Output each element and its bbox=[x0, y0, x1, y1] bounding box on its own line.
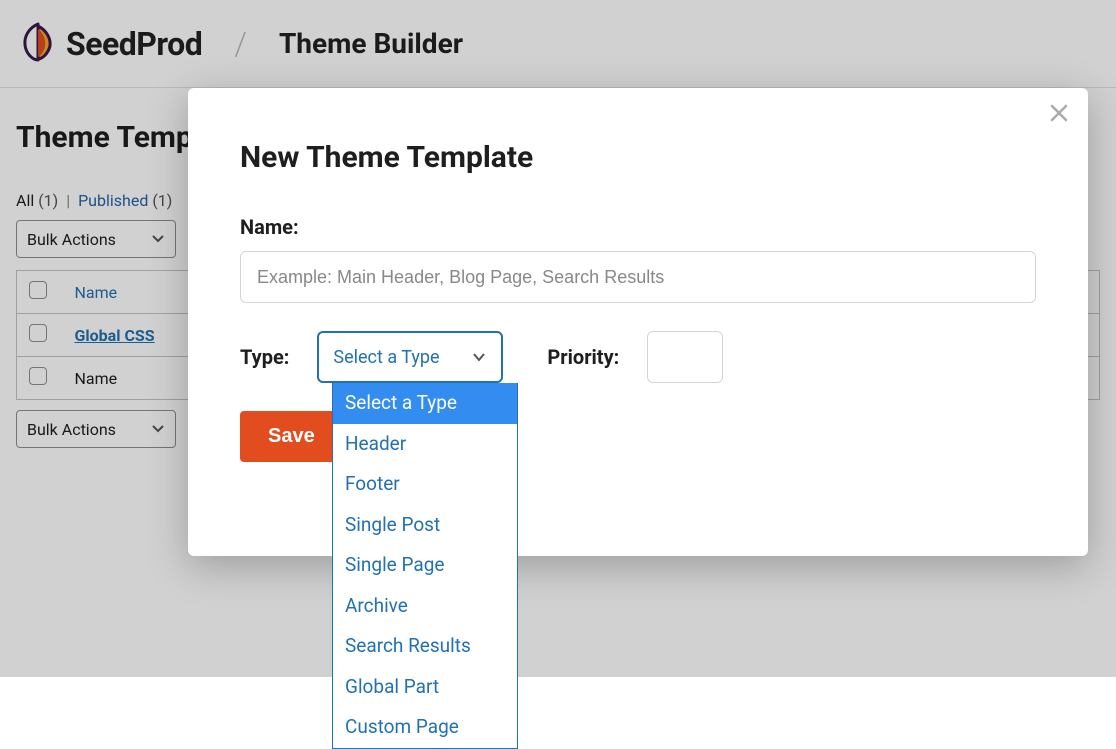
modal-title: New Theme Template bbox=[240, 140, 1036, 175]
close-icon[interactable] bbox=[1048, 102, 1070, 129]
type-option[interactable]: Single Post bbox=[333, 505, 517, 546]
new-theme-template-modal: New Theme Template Name: Type: Select a … bbox=[188, 88, 1088, 556]
type-priority-row: Type: Select a Type Priority: Select a T… bbox=[240, 331, 1036, 383]
type-option[interactable]: Select a Type bbox=[333, 383, 517, 424]
type-option[interactable]: Custom Page bbox=[333, 707, 517, 748]
priority-input[interactable] bbox=[647, 331, 723, 383]
name-field: Name: bbox=[240, 215, 1036, 303]
type-option[interactable]: Search Results bbox=[333, 626, 517, 667]
type-label: Type: bbox=[240, 345, 289, 369]
type-option[interactable]: Single Page bbox=[333, 545, 517, 586]
type-option[interactable]: Footer bbox=[333, 464, 517, 505]
type-option[interactable]: Header bbox=[333, 424, 517, 465]
save-button[interactable]: Save bbox=[240, 411, 343, 462]
type-option[interactable]: Archive bbox=[333, 586, 517, 627]
type-dropdown: Select a Type Header Footer Single Post … bbox=[332, 383, 518, 749]
name-label: Name: bbox=[240, 215, 1036, 239]
type-select[interactable]: Select a Type bbox=[317, 331, 503, 383]
chevron-down-icon bbox=[471, 349, 487, 365]
priority-label: Priority: bbox=[547, 345, 619, 369]
name-input[interactable] bbox=[240, 251, 1036, 303]
type-option[interactable]: Global Part bbox=[333, 667, 517, 708]
type-selected-value: Select a Type bbox=[333, 347, 439, 368]
